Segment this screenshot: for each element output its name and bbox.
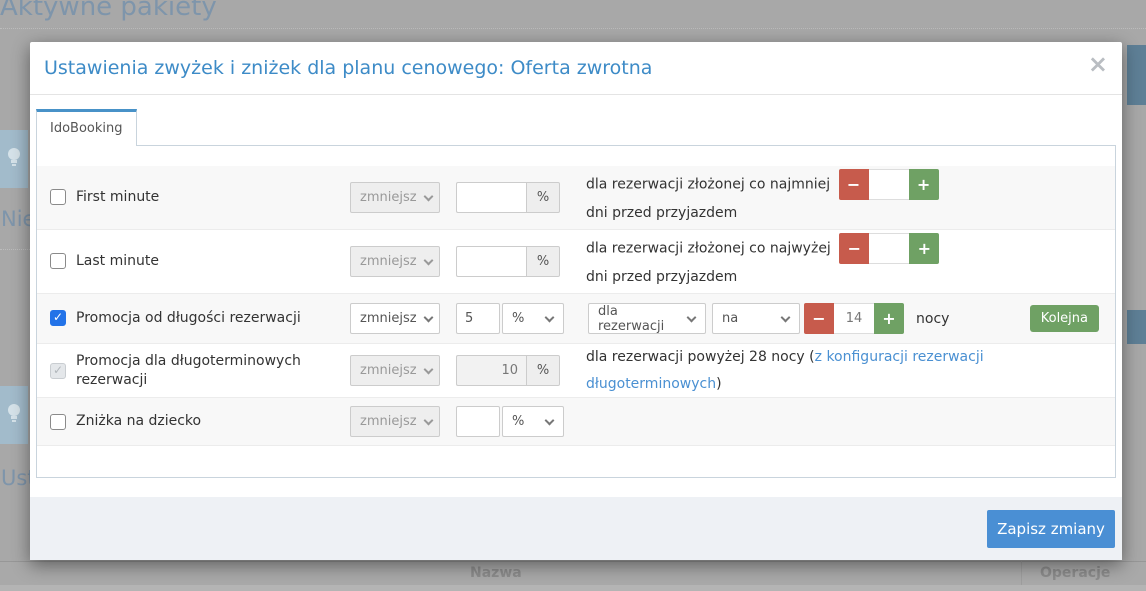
divider xyxy=(0,249,30,250)
length-promo-mode-select[interactable]: zmniejsz xyxy=(350,303,440,334)
last-minute-days-stepper: − + xyxy=(839,233,939,264)
length-promo-checkbox[interactable] xyxy=(50,310,66,326)
row-length-promo: Promocja od długości rezerwacji zmniejsz… xyxy=(37,294,1115,344)
longterm-promo-percent-input xyxy=(456,355,526,386)
package-tile xyxy=(0,386,28,444)
row-label-cell: First minute xyxy=(50,188,350,207)
length-promo-unit-select[interactable]: % xyxy=(502,303,564,334)
chevron-down-icon xyxy=(423,255,433,265)
background-button-strip xyxy=(1127,45,1146,105)
chevron-down-icon xyxy=(423,191,433,201)
first-minute-days-input[interactable] xyxy=(869,169,909,200)
row-first-minute: First minute zmniejsz % dla rezerwacji z… xyxy=(37,166,1115,230)
minus-button[interactable]: − xyxy=(839,233,869,264)
last-minute-days-input[interactable] xyxy=(869,233,909,264)
row-description: dla rezerwacji złożonej co najmniej − + … xyxy=(586,169,966,227)
longterm-promo-percent-group: % xyxy=(456,355,560,386)
child-discount-value-input[interactable] xyxy=(456,406,500,437)
plus-button[interactable]: + xyxy=(909,169,939,200)
row-description: dla rezerwacji powyżej 28 nocy (z konfig… xyxy=(586,344,1115,397)
save-changes-button[interactable]: Zapisz zmiany xyxy=(987,510,1115,548)
close-icon[interactable]: × xyxy=(1088,52,1108,76)
modal-header: Ustawienia zwyżek i zniżek dla planu cen… xyxy=(30,42,1122,95)
background-heading-settings: Ustaw xyxy=(1,466,31,490)
background-button-strip xyxy=(1127,310,1146,344)
length-promo-nights-input[interactable] xyxy=(834,303,874,334)
plus-icon: + xyxy=(917,175,930,194)
background-table-row xyxy=(0,585,1146,591)
minus-icon: − xyxy=(847,175,860,194)
tab-idobooking[interactable]: IdoBooking xyxy=(36,109,137,146)
row-label: Zniżka na dziecko xyxy=(76,412,201,431)
chevron-down-icon xyxy=(687,312,697,322)
row-description: dla rezerwacji złożonej co najwyżej − + … xyxy=(586,233,966,291)
first-minute-percent-group: % xyxy=(456,182,560,213)
package-tile xyxy=(0,130,28,188)
row-child-discount: Zniżka na dziecko zmniejsz % xyxy=(37,398,1115,446)
column-header-operations: Operacje xyxy=(1040,565,1110,581)
first-minute-mode-select: zmniejsz xyxy=(350,182,440,213)
background-heading-inactive-packages: Nieak xyxy=(1,207,31,231)
percent-addon: % xyxy=(526,246,560,277)
first-minute-percent-input[interactable] xyxy=(456,182,526,213)
length-promo-value-input[interactable] xyxy=(456,303,500,334)
chevron-down-icon xyxy=(423,312,433,322)
longterm-promo-mode-select: zmniejsz xyxy=(350,355,440,386)
length-promo-scope-select[interactable]: dla rezerwacji xyxy=(588,303,706,334)
chevron-down-icon xyxy=(781,312,791,322)
tab-bar: IdoBooking xyxy=(36,109,1116,145)
row-last-minute: Last minute zmniejsz % dla rezerwacji zł… xyxy=(37,230,1115,294)
first-minute-days-stepper: − + xyxy=(839,169,939,200)
length-promo-nights-stepper: − + xyxy=(804,303,904,334)
chevron-down-icon xyxy=(423,415,433,425)
minus-icon: − xyxy=(848,239,861,258)
lightbulb-icon xyxy=(6,402,22,428)
divider xyxy=(0,28,1146,29)
row-label-cell: Promocja dla długoterminowych rezerwacji xyxy=(50,352,350,390)
child-discount-mode-select: zmniejsz xyxy=(350,406,440,437)
first-minute-checkbox[interactable] xyxy=(50,189,66,205)
modal-title: Ustawienia zwyżek i zniżek dla planu cen… xyxy=(44,57,652,79)
minus-icon: − xyxy=(812,309,825,328)
row-label: Promocja dla długoterminowych rezerwacji xyxy=(76,352,308,390)
chevron-down-icon xyxy=(423,364,433,374)
row-label-cell: Last minute xyxy=(50,252,350,271)
plus-button[interactable]: + xyxy=(909,233,939,264)
price-plan-discounts-modal: Ustawienia zwyżek i zniżek dla planu cen… xyxy=(30,42,1122,560)
background-table-header: Nazwa Operacje xyxy=(0,561,1146,585)
length-promo-relation-select[interactable]: na xyxy=(712,303,800,334)
percent-addon: % xyxy=(526,355,560,386)
background-heading-active-packages: Aktywne pakiety xyxy=(0,0,217,22)
percent-addon: % xyxy=(526,182,560,213)
row-longterm-promo: Promocja dla długoterminowych rezerwacji… xyxy=(37,344,1115,398)
child-discount-checkbox[interactable] xyxy=(50,414,66,430)
nights-label: nocy xyxy=(916,311,949,327)
last-minute-percent-input[interactable] xyxy=(456,246,526,277)
row-label-cell: Zniżka na dziecko xyxy=(50,412,350,431)
longterm-promo-checkbox xyxy=(50,363,66,379)
column-header-name: Nazwa xyxy=(470,565,522,581)
add-next-promo-button[interactable]: Kolejna xyxy=(1030,305,1099,332)
lightbulb-icon xyxy=(6,146,22,172)
plus-icon: + xyxy=(918,239,931,258)
discount-settings-panel: First minute zmniejsz % dla rezerwacji z… xyxy=(36,145,1116,478)
last-minute-mode-select: zmniejsz xyxy=(350,246,440,277)
row-label-cell: Promocja od długości rezerwacji xyxy=(50,309,350,328)
plus-icon: + xyxy=(882,309,895,328)
row-label: Promocja od długości rezerwacji xyxy=(76,309,301,328)
row-label: Last minute xyxy=(76,252,159,271)
row-label: First minute xyxy=(76,188,159,207)
minus-button[interactable]: − xyxy=(839,169,869,200)
modal-footer: Zapisz zmiany xyxy=(30,497,1122,560)
plus-button[interactable]: + xyxy=(874,303,904,334)
last-minute-checkbox[interactable] xyxy=(50,253,66,269)
chevron-down-icon xyxy=(545,312,555,322)
chevron-down-icon xyxy=(545,415,555,425)
last-minute-percent-group: % xyxy=(456,246,560,277)
minus-button[interactable]: − xyxy=(804,303,834,334)
child-discount-unit-select[interactable]: % xyxy=(502,406,564,437)
